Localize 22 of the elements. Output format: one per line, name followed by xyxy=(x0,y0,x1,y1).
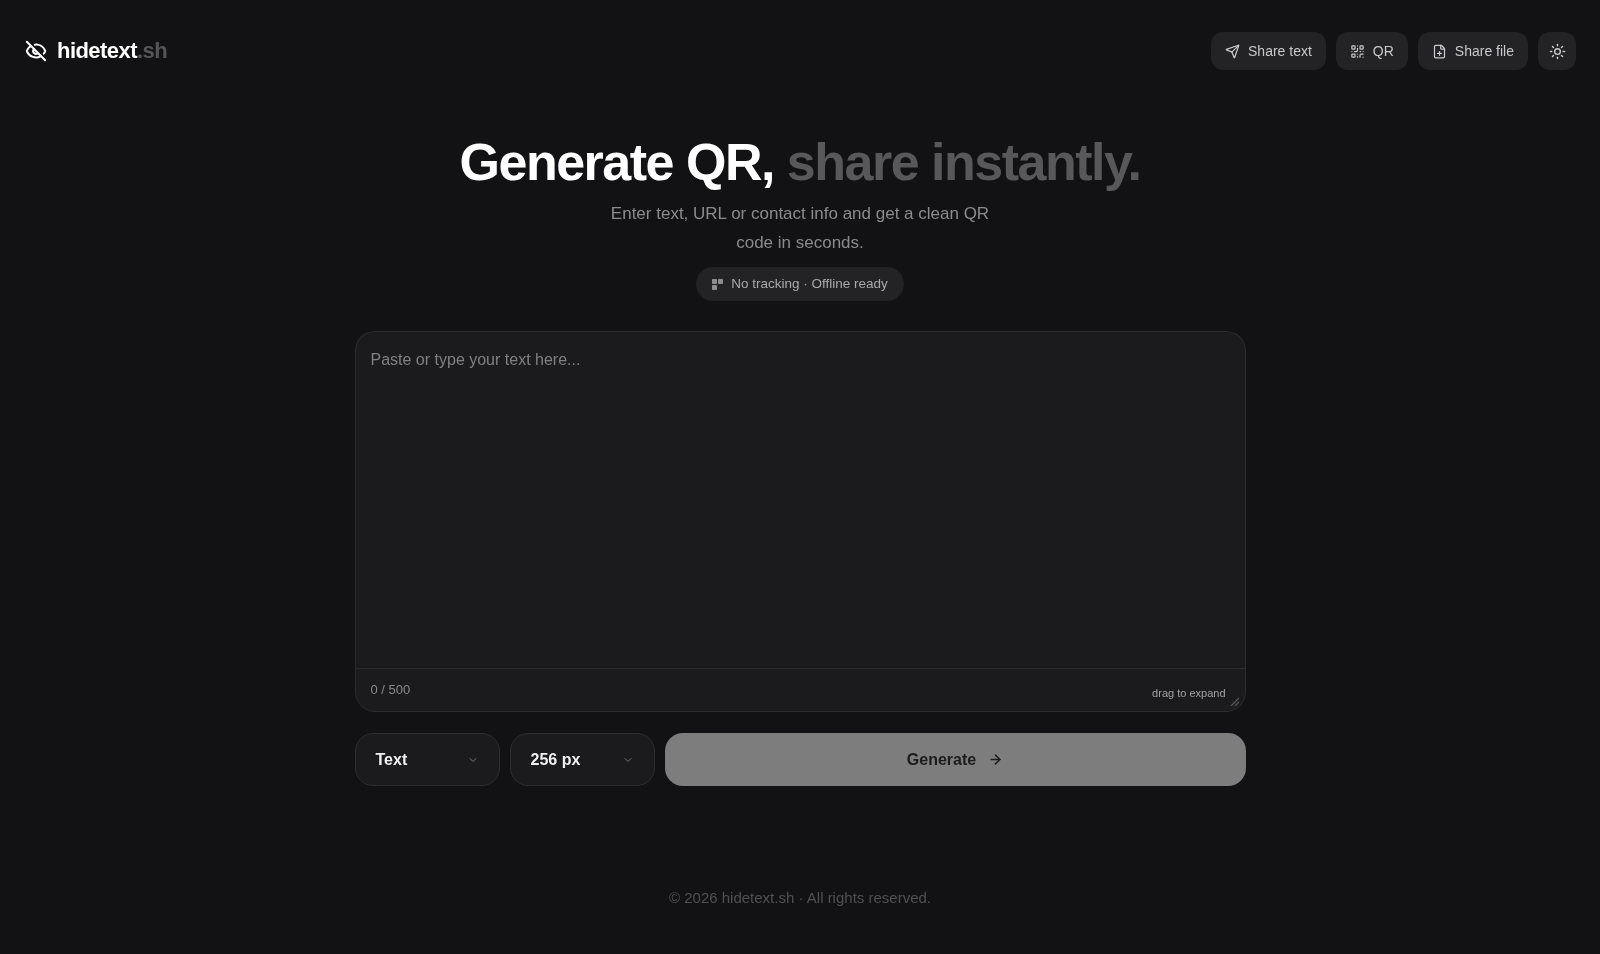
size-select[interactable]: 256 px xyxy=(509,733,655,786)
eye-off-icon xyxy=(25,40,47,62)
badge-text: No tracking · Offline ready xyxy=(731,274,888,293)
paper-plane-icon xyxy=(1225,43,1240,59)
subtitle-text: Enter text, URL or contact info and get a clean QR code in seconds. xyxy=(609,203,991,254)
text-input-field[interactable]: Paste or type your text here... xyxy=(354,331,1246,668)
sun-icon xyxy=(1548,42,1566,60)
logo-text: hidetext.sh xyxy=(57,40,168,62)
theme-toggle-button[interactable] xyxy=(1538,32,1576,70)
qr-squares-icon xyxy=(712,278,724,290)
nav-button[interactable]: QR xyxy=(1335,32,1408,70)
character-counter: 0 / 500 xyxy=(370,681,411,700)
copyright-text: © 2026 hidetext.sh · All rights reserved. xyxy=(669,888,931,908)
nav-button[interactable]: Share text xyxy=(1211,32,1326,70)
arrow-right-icon xyxy=(988,752,1004,767)
qr-code-icon xyxy=(1349,43,1365,59)
file-plus-icon xyxy=(1431,43,1447,59)
resize-handle-icon xyxy=(1229,697,1239,706)
type-select[interactable]: Text xyxy=(354,733,500,786)
page-title: Generate QR, share instantly. xyxy=(459,132,1141,192)
nav-button[interactable]: Share file xyxy=(1417,32,1528,70)
resize-hint-text: drag to expand xyxy=(1152,685,1226,701)
